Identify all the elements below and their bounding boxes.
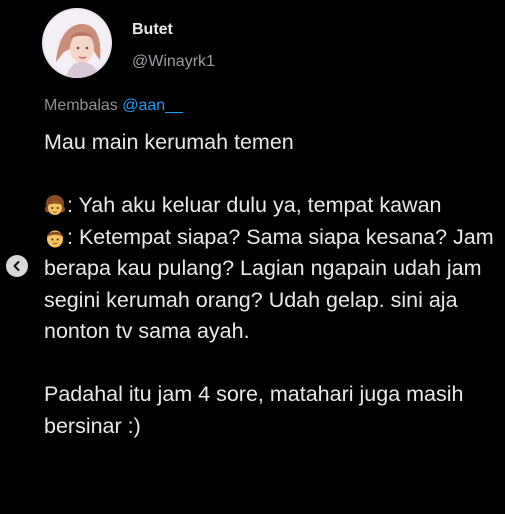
girl-emoji-icon: [44, 194, 66, 216]
tweet-line-girl: : Yah aku keluar dulu ya, tempat kawan: [44, 190, 494, 222]
tweet-text: Mau main kerumah temen : Yah aku keluar …: [44, 127, 494, 442]
display-name[interactable]: Butet: [132, 21, 215, 39]
user-handle[interactable]: @Winayrk1: [132, 53, 215, 71]
reply-context: Membalas @aan__: [44, 97, 183, 115]
girl-dialogue: : Yah aku keluar dulu ya, tempat kawan: [67, 193, 442, 217]
avatar[interactable]: [42, 8, 112, 78]
reply-mention-link[interactable]: @aan__: [122, 97, 183, 114]
user-meta: Butet @Winayrk1: [132, 21, 215, 71]
boy-emoji-icon: [44, 226, 66, 248]
tweet-line-boy: : Ketempat siapa? Sama siapa kesana? Jam…: [44, 222, 494, 348]
chevron-left-button[interactable]: [6, 255, 28, 277]
boy-dialogue: : Ketempat siapa? Sama siapa kesana? Jam…: [44, 224, 494, 344]
tweet-line-intro: Mau main kerumah temen: [44, 130, 294, 154]
tweet-line-closing: Padahal itu jam 4 sore, matahari juga ma…: [44, 382, 464, 438]
tweet-header: Butet @Winayrk1: [42, 8, 215, 78]
chevron-left-icon: [13, 261, 20, 271]
reply-prefix: Membalas: [44, 97, 123, 114]
